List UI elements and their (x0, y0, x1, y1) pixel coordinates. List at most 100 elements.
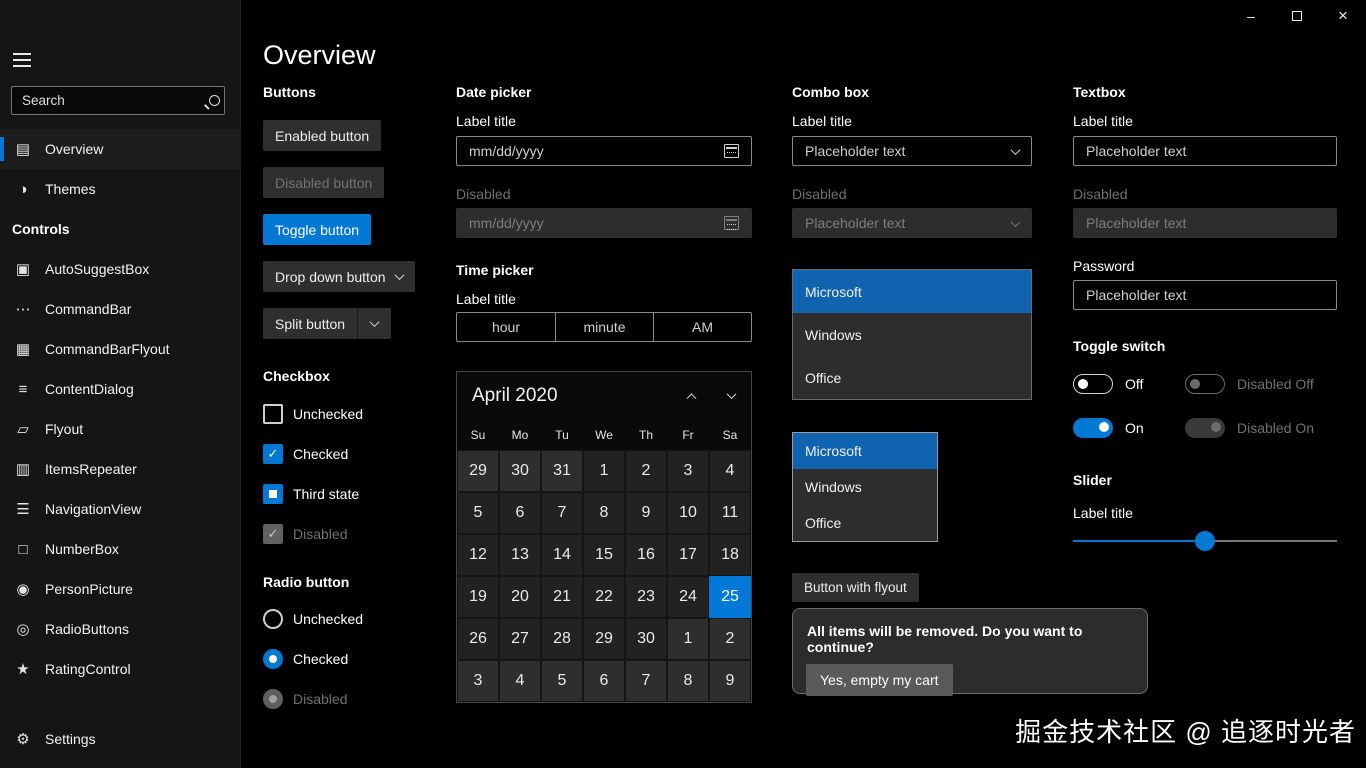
sidebar-item-control[interactable]: □ NumberBox (0, 529, 241, 569)
calendar-day[interactable]: 25 (709, 576, 751, 618)
drop-down-button[interactable]: Drop down button (263, 261, 415, 292)
calendar-day[interactable]: 18 (709, 534, 751, 576)
calendar-day[interactable]: 27 (499, 618, 541, 660)
calendar-day[interactable]: 4 (709, 450, 751, 492)
calendar-day[interactable]: 11 (709, 492, 751, 534)
textbox-input[interactable] (1073, 136, 1337, 166)
calendar-day[interactable]: 2 (625, 450, 667, 492)
calendar-day[interactable]: 4 (499, 660, 541, 702)
search-input[interactable] (12, 93, 209, 108)
calendar-prev-button[interactable] (671, 376, 711, 416)
flyout-button[interactable]: Button with flyout (792, 573, 919, 602)
calendar-day[interactable]: 3 (457, 660, 499, 702)
calendar-day[interactable]: 12 (457, 534, 499, 576)
calendar-day[interactable]: 29 (457, 450, 499, 492)
buttons-section-header: Buttons (263, 84, 316, 100)
maximize-button[interactable] (1274, 0, 1320, 32)
password-input[interactable] (1073, 280, 1337, 310)
sidebar-item-control[interactable]: ≡ ContentDialog (0, 369, 241, 409)
sidebar-item-control[interactable]: ◎ RadioButtons (0, 609, 241, 649)
sidebar-item-control[interactable]: ◉ PersonPicture (0, 569, 241, 609)
radio-checked[interactable]: Checked (263, 649, 348, 669)
calendar-day[interactable]: 8 (583, 492, 625, 534)
sidebar-item-settings[interactable]: ⚙ Settings (0, 719, 241, 759)
sidebar-item-overview[interactable]: ▤ Overview (0, 129, 241, 169)
calendar-day[interactable]: 26 (457, 618, 499, 660)
calendar-day[interactable]: 13 (499, 534, 541, 576)
calendar-day[interactable]: 20 (499, 576, 541, 618)
calendar-day[interactable]: 19 (457, 576, 499, 618)
sidebar-item-control[interactable]: ▱ Flyout (0, 409, 241, 449)
calendar-day[interactable]: 30 (499, 450, 541, 492)
time-picker-ampm[interactable]: AM (653, 313, 751, 341)
calendar-day[interactable]: 31 (541, 450, 583, 492)
calendar-day[interactable]: 5 (541, 660, 583, 702)
calendar-day[interactable]: 17 (667, 534, 709, 576)
calendar-day[interactable]: 21 (541, 576, 583, 618)
calendar-day[interactable]: 29 (583, 618, 625, 660)
toggle-off-row: Off Disabled Off (1073, 374, 1314, 394)
calendar-day[interactable]: 3 (667, 450, 709, 492)
calendar-day[interactable]: 9 (625, 492, 667, 534)
close-button[interactable]: × (1320, 0, 1366, 32)
calendar-day[interactable]: 8 (667, 660, 709, 702)
hamburger-menu-button[interactable] (13, 53, 31, 67)
checkbox-section-header: Checkbox (263, 368, 330, 384)
calendar-day[interactable]: 9 (709, 660, 751, 702)
calendar-day[interactable]: 16 (625, 534, 667, 576)
calendar-day[interactable]: 23 (625, 576, 667, 618)
calendar-day[interactable]: 1 (583, 450, 625, 492)
list-item[interactable]: Microsoft (793, 433, 937, 469)
sidebar-item-control[interactable]: ★ RatingControl (0, 649, 241, 689)
calendar-day[interactable]: 22 (583, 576, 625, 618)
calendar-day[interactable]: 15 (583, 534, 625, 576)
checkbox-unchecked[interactable]: Unchecked (263, 404, 363, 424)
checkbox-checked[interactable]: ✓ Checked (263, 444, 348, 464)
calendar-day[interactable]: 24 (667, 576, 709, 618)
calendar-day[interactable]: 6 (583, 660, 625, 702)
calendar-day[interactable]: 30 (625, 618, 667, 660)
time-picker-minute[interactable]: minute (555, 313, 653, 341)
list-item[interactable]: Microsoft (793, 270, 1031, 313)
toggle-button[interactable]: Toggle button (263, 214, 371, 245)
sidebar-item-control[interactable]: ▣ AutoSuggestBox (0, 249, 241, 289)
checkbox-disabled: ✓ Disabled (263, 524, 347, 544)
calendar-day[interactable]: 1 (667, 618, 709, 660)
split-button-main[interactable]: Split button (263, 308, 357, 339)
list-item[interactable]: Office (793, 356, 1031, 399)
calendar-day[interactable]: 28 (541, 618, 583, 660)
calendar-month-label[interactable]: April 2020 (472, 385, 671, 407)
slider-control[interactable] (1073, 531, 1337, 551)
time-picker-hour[interactable]: hour (457, 313, 555, 341)
calendar-day[interactable]: 7 (625, 660, 667, 702)
list-item[interactable]: Office (793, 505, 937, 541)
toggle-switch-off[interactable] (1073, 374, 1113, 394)
calendar-day[interactable]: 5 (457, 492, 499, 534)
search-box (11, 86, 225, 115)
minimize-button[interactable]: – (1228, 0, 1274, 32)
sidebar-item-themes[interactable]: ◑ Themes (0, 169, 241, 209)
empty-cart-button[interactable]: Yes, empty my cart (806, 664, 953, 696)
calendar-day[interactable]: 14 (541, 534, 583, 576)
list-item[interactable]: Windows (793, 469, 937, 505)
calendar-day[interactable]: 10 (667, 492, 709, 534)
sidebar-item-control[interactable]: ▦ CommandBarFlyout (0, 329, 241, 369)
calendar-next-button[interactable] (711, 376, 751, 416)
radio-unchecked[interactable]: Unchecked (263, 609, 363, 629)
sidebar-item-control[interactable]: ⋯ CommandBar (0, 289, 241, 329)
date-picker-input[interactable]: mm/dd/yyyy (456, 136, 752, 166)
sidebar-item-control[interactable]: ☰ NavigationView (0, 489, 241, 529)
slider-thumb[interactable] (1195, 531, 1215, 551)
combo-box[interactable]: Placeholder text (792, 136, 1032, 166)
password-label: Password (1073, 258, 1134, 274)
enabled-button[interactable]: Enabled button (263, 120, 381, 151)
calendar-day[interactable]: 6 (499, 492, 541, 534)
list-item[interactable]: Windows (793, 313, 1031, 356)
calendar-day[interactable]: 2 (709, 618, 751, 660)
control-icon: ▦ (14, 340, 32, 358)
checkbox-third-state[interactable]: Third state (263, 484, 359, 504)
toggle-switch-on[interactable] (1073, 418, 1113, 438)
calendar-day[interactable]: 7 (541, 492, 583, 534)
split-button-chevron[interactable] (357, 308, 391, 339)
sidebar-item-control[interactable]: ▥ ItemsRepeater (0, 449, 241, 489)
